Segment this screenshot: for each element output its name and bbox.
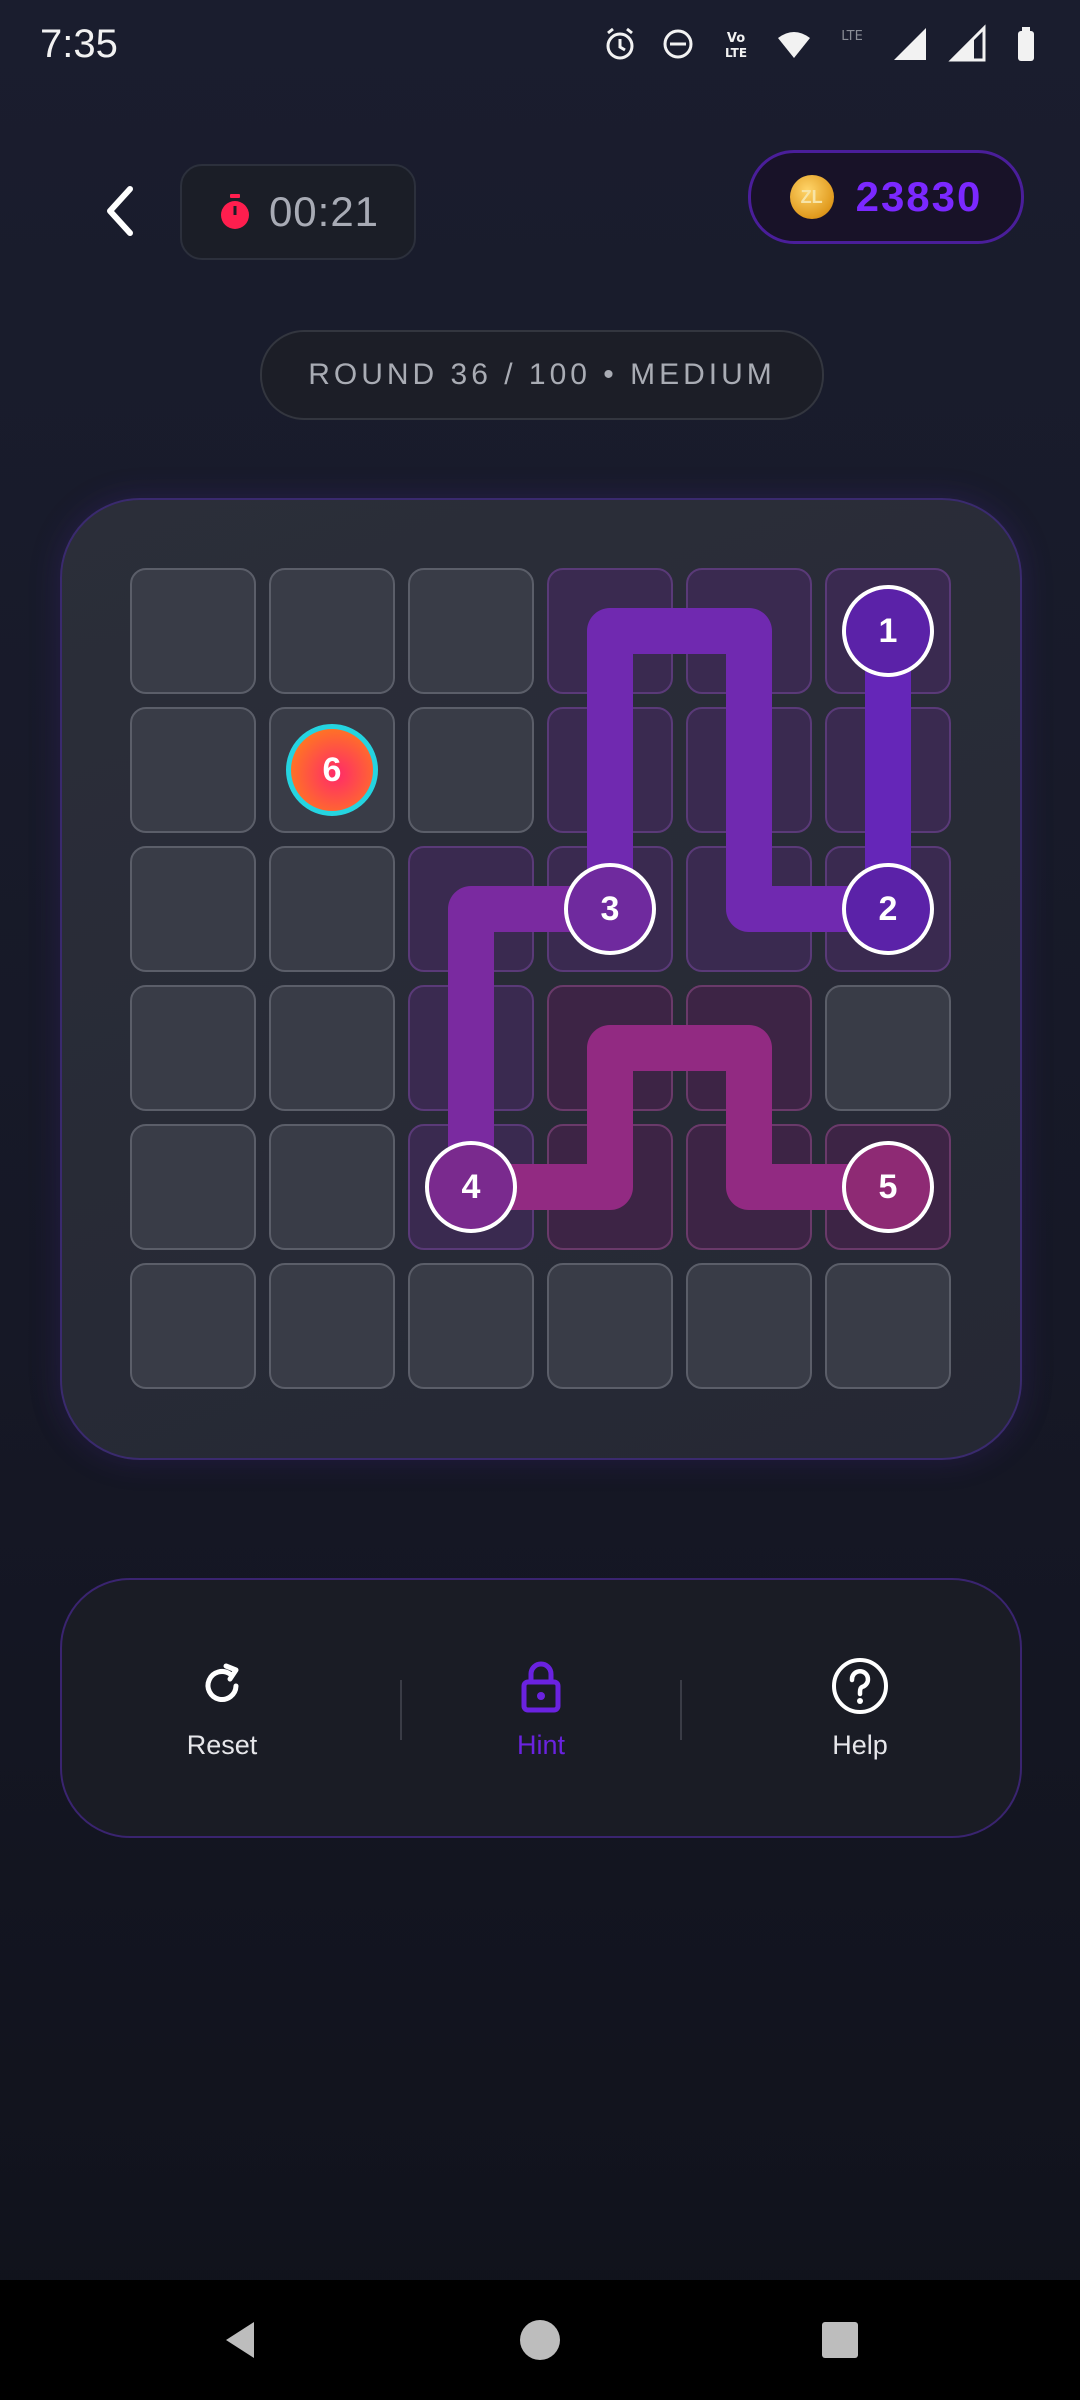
help-button[interactable]: Help: [740, 1580, 980, 1836]
help-icon: [832, 1657, 888, 1714]
timer-display: 00:21: [180, 164, 416, 260]
round-label: ROUND 36 / 100 • MEDIUM: [260, 330, 824, 420]
hint-button[interactable]: Hint: [421, 1580, 661, 1836]
round-text: ROUND 36 / 100 • MEDIUM: [308, 358, 776, 391]
node-1[interactable]: 1: [842, 585, 934, 677]
node-6[interactable]: 6: [286, 724, 378, 816]
path-segment: [448, 1025, 911, 1210]
divider: [400, 1680, 402, 1740]
node-2[interactable]: 2: [842, 863, 934, 955]
back-icon: [226, 2322, 254, 2358]
timer-text: 00:21: [268, 188, 380, 235]
stopwatch-icon: [220, 194, 249, 229]
status-time: 7:35: [40, 22, 118, 66]
chevron-left-icon: [107, 186, 133, 236]
svg-text:LTE: LTE: [841, 29, 863, 44]
back-button[interactable]: [90, 176, 150, 246]
do-not-disturb-icon: [658, 24, 698, 64]
coin-balance[interactable]: ZL 23830: [748, 150, 1024, 244]
node-5[interactable]: 5: [842, 1141, 934, 1233]
volte-icon: Vo LTE: [716, 24, 756, 64]
divider: [680, 1680, 682, 1740]
reset-label: Reset: [186, 1729, 258, 1760]
lock-icon: [521, 1661, 561, 1712]
battery-icon: [1006, 24, 1046, 64]
navigation-bar: [0, 2280, 1080, 2400]
nav-recents-button[interactable]: [800, 2300, 880, 2380]
reset-button[interactable]: Reset: [102, 1580, 342, 1836]
coin-value: 23830: [855, 173, 983, 220]
node-3[interactable]: 3: [564, 863, 656, 955]
coin-icon: ZL: [789, 175, 834, 219]
nav-home-button[interactable]: [500, 2300, 580, 2380]
recents-icon: [822, 2322, 858, 2358]
signal-icon: [890, 24, 930, 64]
wifi-icon: [774, 24, 814, 64]
refresh-icon: [205, 1663, 239, 1702]
node-4[interactable]: 4: [425, 1141, 517, 1233]
alarm-icon: [600, 24, 640, 64]
path-segment: [587, 608, 911, 932]
help-label: Help: [832, 1729, 888, 1760]
lte-icon: LTE: [832, 24, 872, 64]
hint-label: Hint: [516, 1729, 565, 1760]
status-bar: 7:35 Vo LTE LTE: [0, 0, 1080, 92]
nav-back-button[interactable]: [200, 2300, 280, 2380]
action-panel: Reset Hint Help: [60, 1578, 1022, 1838]
svg-text:LTE: LTE: [725, 46, 747, 60]
svg-text:Vo: Vo: [727, 31, 745, 46]
signal-icon-2: [948, 24, 988, 64]
home-icon: [520, 2320, 560, 2360]
game-board: 1 2 3 4 5 6: [60, 498, 1022, 1460]
